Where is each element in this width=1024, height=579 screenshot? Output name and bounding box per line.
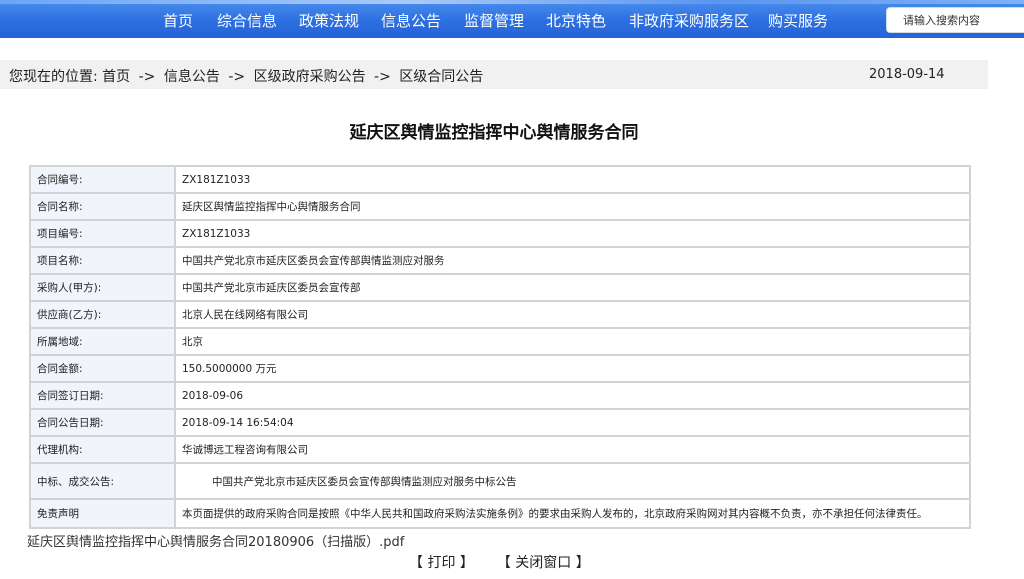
- table-row-supplier: 供应商(乙方): 北京人民在线网络有限公司: [31, 302, 969, 329]
- breadcrumb-district-contracts[interactable]: 区级合同公告: [399, 69, 483, 85]
- row-label: 合同编号:: [31, 167, 176, 194]
- row-value: 2018-09-14 16:54:04: [176, 410, 969, 437]
- row-value: 北京人民在线网络有限公司: [176, 302, 969, 329]
- nav-item-supervision[interactable]: 监督管理: [464, 10, 524, 31]
- print-button[interactable]: 【 打印 】: [409, 555, 474, 571]
- table-row-award-announcement: 中标、成交公告: 中国共产党北京市延庆区委员会宣传部舆情监测应对服务中标公告: [31, 464, 969, 500]
- row-label: 合同金额:: [31, 356, 176, 383]
- nav-item-beijing-features[interactable]: 北京特色: [546, 10, 606, 31]
- search-input[interactable]: [903, 8, 1024, 32]
- top-navbar: 首页 综合信息 政策法规 信息公告 监督管理 北京特色 非政府采购服务区 购买服…: [0, 0, 1024, 38]
- breadcrumb-prefix: 您现在的位置:: [9, 69, 98, 85]
- breadcrumb-home[interactable]: 首页: [102, 69, 130, 85]
- table-row-agency: 代理机构: 华诚博远工程咨询有限公司: [31, 437, 969, 464]
- row-label: 采购人(甲方):: [31, 275, 176, 302]
- publish-date: 2018-09-14: [869, 67, 945, 82]
- breadcrumb-separator: ->: [228, 69, 246, 85]
- nav-item-announcements[interactable]: 信息公告: [381, 10, 441, 31]
- search-box: [886, 7, 1024, 33]
- nav-item-non-government-procurement[interactable]: 非政府采购服务区: [629, 10, 749, 31]
- nav-item-policies[interactable]: 政策法规: [299, 10, 359, 31]
- breadcrumb-separator: ->: [138, 69, 156, 85]
- page-title: 延庆区舆情监控指挥中心舆情服务合同: [349, 123, 639, 143]
- table-row-contract-number: 合同编号: ZX181Z1033: [31, 167, 969, 194]
- table-row-project-name: 项目名称: 中国共产党北京市延庆区委员会宣传部舆情监测应对服务: [31, 248, 969, 275]
- row-label: 合同公告日期:: [31, 410, 176, 437]
- navbar-decorative-strip: [0, 0, 1024, 4]
- table-row-project-number: 项目编号: ZX181Z1033: [31, 221, 969, 248]
- row-label: 供应商(乙方):: [31, 302, 176, 329]
- row-value: 北京: [176, 329, 969, 356]
- contract-info-table: 合同编号: ZX181Z1033 合同名称: 延庆区舆情监控指挥中心舆情服务合同…: [29, 165, 971, 529]
- nav-item-general-info[interactable]: 综合信息: [217, 10, 277, 31]
- row-value: 本页面提供的政府采购合同是按照《中华人民共和国政府采购法实施条例》的要求由采购人…: [182, 508, 928, 520]
- row-label: 中标、成交公告:: [31, 464, 176, 500]
- row-label: 合同名称:: [31, 194, 176, 221]
- table-row-signing-date: 合同签订日期: 2018-09-06: [31, 383, 969, 410]
- nav-item-purchase-services[interactable]: 购买服务: [768, 10, 828, 31]
- row-value: 中国共产党北京市延庆区委员会宣传部: [176, 275, 969, 302]
- row-label: 免责声明: [31, 500, 176, 527]
- breadcrumb-separator: ->: [374, 69, 391, 85]
- row-label: 合同签订日期:: [31, 383, 176, 410]
- table-row-announcement-date: 合同公告日期: 2018-09-14 16:54:04: [31, 410, 969, 437]
- row-label: 项目名称:: [31, 248, 176, 275]
- row-label: 所属地域:: [31, 329, 176, 356]
- row-value: 2018-09-06: [176, 383, 969, 410]
- table-row-contract-amount: 合同金额: 150.5000000 万元: [31, 356, 969, 383]
- attachment-pdf-link[interactable]: 延庆区舆情监控指挥中心舆情服务合同20180906（扫描版）.pdf: [27, 531, 404, 550]
- breadcrumb: 您现在的位置: 首页 -> 信息公告 -> 区级政府采购公告 -> 区级合同公告: [9, 66, 483, 86]
- close-window-button[interactable]: 【 关闭窗口 】: [497, 555, 590, 571]
- row-value: 中国共产党北京市延庆区委员会宣传部舆情监测应对服务: [176, 248, 969, 275]
- row-value: ZX181Z1033: [176, 221, 969, 248]
- table-row-purchaser: 采购人(甲方): 中国共产党北京市延庆区委员会宣传部: [31, 275, 969, 302]
- row-label: 项目编号:: [31, 221, 176, 248]
- row-value: 延庆区舆情监控指挥中心舆情服务合同: [176, 194, 969, 221]
- breadcrumb-announcements[interactable]: 信息公告: [164, 69, 220, 85]
- row-value: ZX181Z1033: [176, 167, 969, 194]
- row-label: 代理机构:: [31, 437, 176, 464]
- table-row-region: 所属地域: 北京: [31, 329, 969, 356]
- breadcrumb-district-procurement[interactable]: 区级政府采购公告: [254, 69, 366, 85]
- breadcrumb-bar: 您现在的位置: 首页 -> 信息公告 -> 区级政府采购公告 -> 区级合同公告…: [0, 60, 988, 89]
- award-announcement-link[interactable]: 中国共产党北京市延庆区委员会宣传部舆情监测应对服务中标公告: [176, 464, 969, 500]
- table-row-contract-name: 合同名称: 延庆区舆情监控指挥中心舆情服务合同: [31, 194, 969, 221]
- table-row-disclaimer: 免责声明 本页面提供的政府采购合同是按照《中华人民共和国政府采购法实施条例》的要…: [31, 500, 969, 527]
- nav-item-home[interactable]: 首页: [163, 10, 193, 31]
- action-bar: 【 打印 】 【 关闭窗口 】: [409, 552, 590, 572]
- row-value: 150.5000000 万元: [176, 356, 969, 383]
- row-value: 华诚博远工程咨询有限公司: [176, 437, 969, 464]
